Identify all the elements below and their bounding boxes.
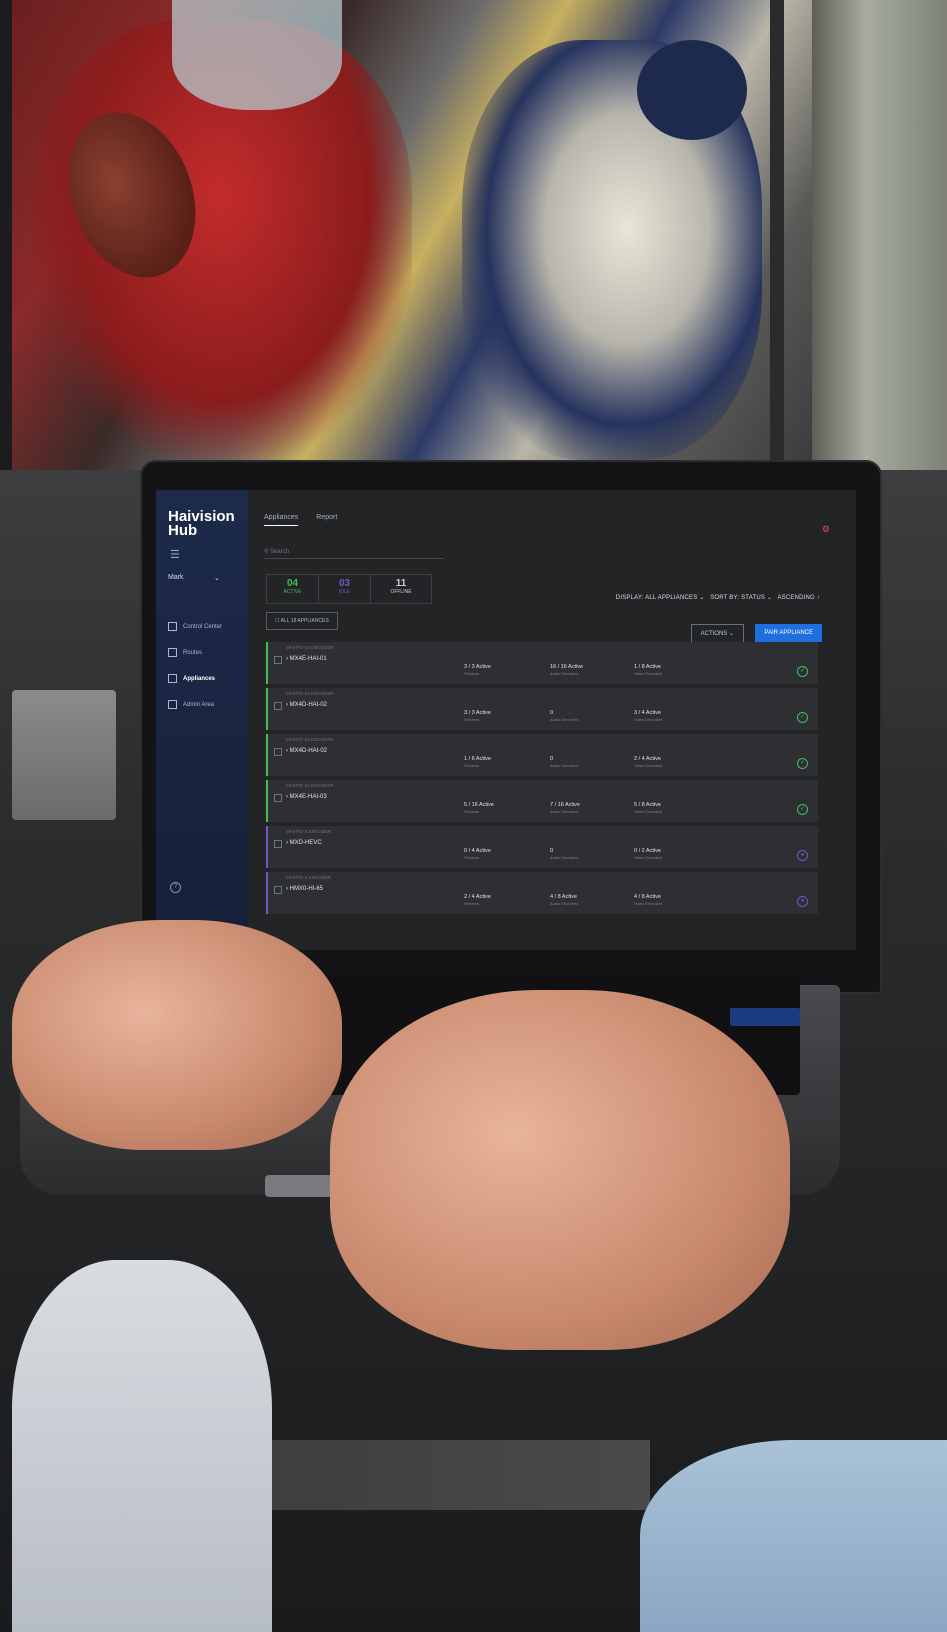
routes-icon	[168, 648, 177, 657]
table-row[interactable]: MAKITO X4 DECODER › MX4D-HAI-02 1 / 6 Acti…	[266, 734, 818, 776]
status-icon: ✓	[797, 758, 808, 769]
video-count: 3 / 4 Active Video Decoders	[634, 710, 663, 722]
blue-helmet	[637, 40, 747, 140]
device-box	[12, 690, 116, 820]
row-checkbox[interactable]	[274, 656, 282, 664]
video-count: 0 / 2 Active Video Decoders	[634, 848, 663, 860]
streams-count: 0 / 4 Active Streams	[464, 848, 491, 860]
streams-count: 3 / 3 Active Streams	[464, 664, 491, 676]
appliance-type: MAKITO X4 DECODER	[286, 691, 334, 696]
streams-count: 2 / 4 Active Streams	[464, 894, 491, 906]
status-icon: ✓	[797, 666, 808, 677]
audio-count: 0 Audio Decoders	[550, 848, 579, 860]
laptop-screen: Haivision Hub ☰ Mark ⌄ Control Center Rout…	[156, 490, 856, 950]
status-icon: ●	[797, 896, 808, 907]
audio-count: 16 / 16 Active Audio Encoders	[550, 664, 584, 676]
tv-football-image	[12, 0, 812, 470]
nav-control-center[interactable]: Control Center	[168, 622, 222, 631]
user-menu[interactable]: Mark ⌄	[168, 574, 220, 582]
appliance-type: MAKITO X4 DECODER	[286, 645, 334, 650]
bell-icon[interactable]: ⚙	[822, 524, 830, 535]
status-icon: ✓	[797, 804, 808, 815]
tabs: Appliances Report	[264, 514, 337, 526]
display-sort-controls[interactable]: DISPLAY: ALL APPLIANCES ⌄ SORT BY: STATU…	[616, 594, 820, 601]
video-count: 5 / 8 Active Video Encoders	[634, 802, 663, 814]
video-count: 2 / 4 Active Video Decoders	[634, 756, 663, 768]
search-input[interactable]: ⚲ Search	[264, 548, 444, 559]
nav-appliances[interactable]: Appliances	[168, 674, 215, 683]
appliance-name[interactable]: › MXD-HEVC	[286, 840, 322, 846]
nav-routes[interactable]: Routes	[168, 648, 202, 657]
appliance-type: MAKITO X ENCODER	[286, 829, 332, 834]
help-icon[interactable]: ?	[170, 882, 181, 893]
streams-count: 1 / 6 Active Streams	[464, 756, 491, 768]
sidebar: Haivision Hub ☰ Mark ⌄ Control Center Rout…	[156, 490, 248, 950]
table-row[interactable]: MAKITO X4 ENCODER › MX4E-HAI-03 5 / 16 Act…	[266, 780, 818, 822]
stat-idle[interactable]: 03 IDLE	[319, 575, 371, 603]
left-hand	[12, 920, 342, 1150]
photo-scene: Haivision Hub ☰ Mark ⌄ Control Center Rout…	[0, 0, 947, 1632]
tv-edge	[770, 0, 784, 470]
row-checkbox[interactable]	[274, 794, 282, 802]
appliance-icon	[168, 674, 177, 683]
appliance-name[interactable]: › MX4D-HAI-02	[286, 702, 327, 708]
table-row[interactable]: MAKITO X4 DECODER › MX4D-HAI-02 3 / 3 Acti…	[266, 688, 818, 730]
appliance-type: MAKITO X ENCODER	[286, 875, 332, 880]
audio-count: 4 / 8 Active Audio Encoders	[550, 894, 579, 906]
video-count: 4 / 8 Active Video Encoders	[634, 894, 663, 906]
streams-count: 3 / 3 Active Streams	[464, 710, 491, 722]
row-checkbox[interactable]	[274, 840, 282, 848]
audio-count: 0 Audio Decoders	[550, 756, 579, 768]
pair-appliance-button[interactable]: PAIR APPLIANCE	[755, 624, 822, 642]
chevron-down-icon: ⌄	[214, 575, 220, 582]
audio-count: 0 Audio Decoders	[550, 710, 579, 722]
right-sleeve	[640, 1440, 947, 1632]
row-checkbox[interactable]	[274, 886, 282, 894]
stat-offline[interactable]: 11 OFFLINE	[371, 575, 431, 603]
appliance-list: MAKITO X4 DECODER › MX4E-HAI-01 3 / 3 Acti…	[266, 642, 818, 918]
table-row[interactable]: MAKITO X ENCODER › HMX0-HI-65 2 / 4 Active…	[266, 872, 818, 914]
video-count: 1 / 8 Active Video Encoders	[634, 664, 663, 676]
touch-bar	[730, 1008, 800, 1026]
tab-report[interactable]: Report	[316, 514, 337, 526]
admin-icon	[168, 700, 177, 709]
appliance-name[interactable]: › MX4E-HAI-01	[286, 656, 327, 662]
logo: Haivision Hub	[168, 508, 235, 539]
status-summary: 04 ACTIVE 03 IDLE 11 OFFLINE	[266, 574, 432, 604]
right-hand	[330, 990, 790, 1350]
appliance-name[interactable]: › HMX0-HI-65	[286, 886, 323, 892]
appliance-type: MAKITO X4 ENCODER	[286, 783, 334, 788]
table-row[interactable]: MAKITO X ENCODER › MXD-HEVC 0 / 4 Active St…	[266, 826, 818, 868]
appliance-name[interactable]: › MX4E-HAI-03	[286, 794, 327, 800]
grid-icon	[168, 622, 177, 631]
menu-icon[interactable]: ☰	[170, 548, 180, 561]
main-content: Appliances Report ⚙ ⚲ Search 04 ACTIVE 03…	[248, 490, 856, 950]
appliance-name[interactable]: › MX4D-HAI-02	[286, 748, 327, 754]
streams-count: 5 / 16 Active Streams	[464, 802, 494, 814]
nav-admin-area[interactable]: Admin Area	[168, 700, 214, 709]
window-wall	[812, 0, 947, 470]
appliance-type: MAKITO X4 DECODER	[286, 737, 334, 742]
red-helmet	[172, 0, 342, 110]
status-icon: ●	[797, 850, 808, 861]
left-sleeve	[12, 1260, 272, 1632]
audio-count: 7 / 16 Active Audio Encoders	[550, 802, 580, 814]
actions-button[interactable]: ACTIONS ⌄	[690, 624, 744, 643]
row-checkbox[interactable]	[274, 702, 282, 710]
select-all-checkbox[interactable]: ☐ ALL 18 APPLIANCES	[266, 612, 338, 630]
table-row[interactable]: MAKITO X4 DECODER › MX4E-HAI-01 3 / 3 Acti…	[266, 642, 818, 684]
stat-active[interactable]: 04 ACTIVE	[267, 575, 319, 603]
tab-appliances[interactable]: Appliances	[264, 514, 299, 526]
row-checkbox[interactable]	[274, 748, 282, 756]
status-icon: ✓	[797, 712, 808, 723]
